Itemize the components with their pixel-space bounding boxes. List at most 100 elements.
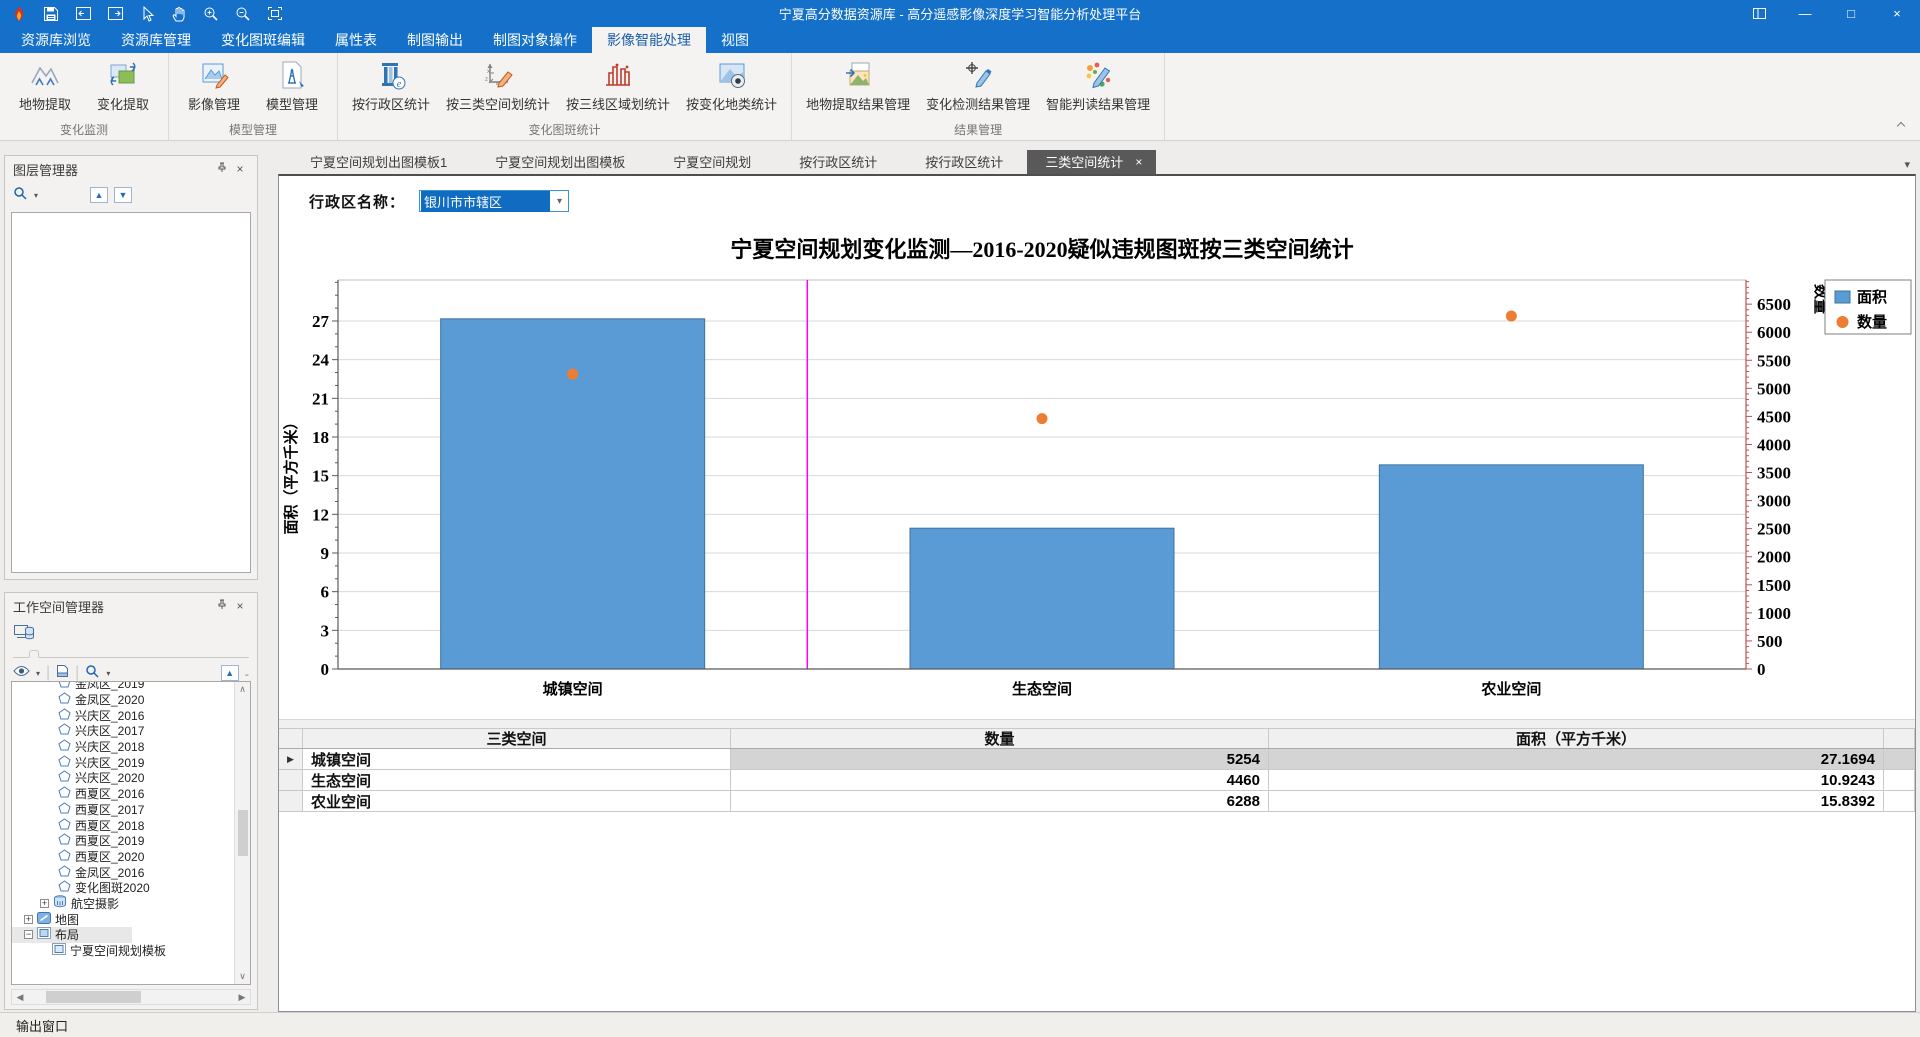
close-button[interactable]: × (1874, 0, 1920, 27)
polygon-layer-icon (58, 723, 71, 738)
tree-item[interactable]: 西夏区_2019 (12, 833, 234, 849)
tree-item[interactable]: 变化图斑2020 (12, 880, 234, 896)
tree-item[interactable]: 兴庆区_2016 (12, 707, 234, 723)
doc-tab-active[interactable]: 三类空间统计 × (1027, 150, 1156, 174)
layout-toggle-icon[interactable] (1736, 0, 1782, 27)
move-layer-down-button[interactable]: ▼ (114, 187, 132, 203)
tree-item[interactable]: 兴庆区_2019 (12, 754, 234, 770)
tree-item[interactable]: 兴庆区_2018 (12, 739, 234, 755)
ai-interpret-result-manage-button[interactable]: 智能判读结果管理 (1038, 57, 1158, 122)
tree-item[interactable]: + 地图 (12, 911, 234, 927)
expand-icon[interactable]: + (24, 915, 33, 924)
column-header-space[interactable]: 三类空间 (303, 729, 731, 748)
layer-list-area[interactable] (11, 212, 251, 573)
dock-left-icon[interactable] (72, 4, 94, 24)
image-manage-button[interactable]: 影像管理 (175, 57, 253, 122)
tree-item[interactable]: 西夏区_2018 (12, 817, 234, 833)
window-title: 宁夏高分数据资源库 - 高分遥感影像深度学习智能分析处理平台 (0, 0, 1920, 27)
workspace-datasource-icon[interactable] (13, 630, 35, 647)
scroll-right-icon[interactable]: ▶ (234, 992, 250, 1003)
workspace-search-icon[interactable] (85, 664, 100, 683)
point-农业空间 (1506, 311, 1517, 322)
output-window-tab[interactable]: 输出窗口 (16, 1016, 68, 1035)
ribbon: 地物提取 变化提取 变化监测 影像管理 模型管理 模型管理 e 按行政区统计 x… (0, 53, 1920, 141)
layer-search-icon[interactable] (13, 186, 28, 205)
tree-item[interactable]: 兴庆区_2020 (12, 770, 234, 786)
tree-item[interactable]: 西夏区_2016 (12, 786, 234, 802)
tree-horizontal-scrollbar[interactable]: ◀ ▶ (11, 989, 251, 1005)
select-cursor-icon[interactable] (136, 4, 158, 24)
search-dropdown-icon[interactable]: ▾ (106, 669, 110, 678)
scrollbar-thumb[interactable] (238, 810, 248, 856)
zoom-in-icon[interactable] (200, 4, 222, 24)
left-axis-title: 面积（平方千米） (282, 414, 300, 534)
change-result-manage-button[interactable]: 变化检测结果管理 (918, 57, 1038, 122)
table-row[interactable]: 生态空间 4460 10.9243 (279, 770, 1915, 791)
tree-item[interactable]: 金凤区_2020 (12, 692, 234, 708)
stats-by-admin-button[interactable]: e 按行政区统计 (344, 57, 438, 122)
pin-icon[interactable] (213, 162, 231, 176)
ribbon-group-change-monitor: 地物提取 变化提取 变化监测 (0, 53, 169, 140)
column-header-count[interactable]: 数量 (731, 729, 1269, 748)
zoom-extent-icon[interactable] (264, 4, 286, 24)
tree-item[interactable]: 西夏区_2017 (12, 802, 234, 818)
scroll-top-button[interactable]: ▲ (221, 665, 239, 681)
ribbon-collapse-button[interactable] (1898, 116, 1904, 134)
menu-tab-attribute-table[interactable]: 属性表 (320, 27, 392, 53)
scroll-down-icon[interactable]: ∨ (239, 971, 246, 982)
stats-by-three-space-button[interactable]: xz 按三类空间划统计 (438, 57, 558, 122)
minimize-button[interactable]: — (1782, 0, 1828, 27)
menu-tab-map-output[interactable]: 制图输出 (392, 27, 478, 53)
feature-extract-button[interactable]: 地物提取 (6, 57, 84, 122)
zoom-out-icon[interactable] (232, 4, 254, 24)
doc-tab[interactable]: 宁夏空间规划 (649, 150, 775, 174)
search-dropdown-icon[interactable]: ▾ (34, 191, 38, 200)
admin-region-combobox[interactable]: 银川市市辖区 ▾ (419, 190, 569, 212)
tree-vertical-scrollbar[interactable]: ∧ ∨ (234, 682, 250, 984)
tree-item[interactable]: − 布局 (12, 927, 132, 943)
close-panel-icon[interactable]: × (231, 599, 249, 613)
more-options-icon[interactable]: ₌ (245, 669, 249, 678)
collapse-icon[interactable]: − (24, 930, 33, 939)
menu-tab-map-object[interactable]: 制图对象操作 (478, 27, 592, 53)
change-extract-button[interactable]: 变化提取 (84, 57, 162, 122)
menu-tab-patch-edit[interactable]: 变化图斑编辑 (206, 27, 320, 53)
model-manage-button[interactable]: 模型管理 (253, 57, 331, 122)
tree-item[interactable]: 金凤区_2016 (12, 864, 234, 880)
column-header-area[interactable]: 面积（平方千米） (1269, 729, 1884, 748)
combobox-dropdown-icon[interactable]: ▾ (551, 196, 568, 207)
doc-tab[interactable]: 按行政区统计 (775, 150, 901, 174)
menu-tab-resource-manage[interactable]: 资源库管理 (106, 27, 206, 53)
menu-tab-resource-browse[interactable]: 资源库浏览 (6, 27, 106, 53)
tree-item[interactable]: 宁夏空间规划模板 (12, 943, 234, 959)
tree-item[interactable]: 西夏区_2020 (12, 849, 234, 865)
doc-tab[interactable]: 宁夏空间规划出图模板1 (286, 150, 471, 174)
doc-tab[interactable]: 宁夏空间规划出图模板 (471, 150, 649, 174)
pin-icon[interactable] (213, 599, 231, 613)
dock-right-icon[interactable] (104, 4, 126, 24)
pan-hand-icon[interactable] (168, 4, 190, 24)
extract-result-manage-button[interactable]: 地物提取结果管理 (798, 57, 918, 122)
menu-tab-image-ai[interactable]: 影像智能处理 (592, 27, 706, 53)
save-icon[interactable] (40, 4, 62, 24)
move-layer-up-button[interactable]: ▲ (90, 187, 108, 203)
table-row[interactable]: 农业空间 6288 15.8392 (279, 791, 1915, 812)
close-panel-icon[interactable]: × (231, 162, 249, 176)
tree-item[interactable]: 兴庆区_2017 (12, 723, 234, 739)
expand-icon[interactable]: + (40, 899, 49, 908)
visibility-filter-icon[interactable] (13, 664, 30, 682)
doc-tab[interactable]: 按行政区统计 (901, 150, 1027, 174)
visibility-dropdown-icon[interactable]: ▾ (36, 669, 40, 678)
close-tab-icon[interactable]: × (1135, 155, 1142, 169)
menu-tab-view[interactable]: 视图 (706, 27, 764, 53)
stats-by-three-line-button[interactable]: 按三线区域划统计 (558, 57, 678, 122)
tab-list-dropdown-icon[interactable]: ▾ (1904, 158, 1910, 171)
scroll-left-icon[interactable]: ◀ (12, 992, 28, 1003)
new-document-icon[interactable] (56, 664, 69, 683)
table-row[interactable]: ▶ 城镇空间 5254 27.1694 (279, 749, 1915, 770)
maximize-button[interactable]: □ (1828, 0, 1874, 27)
scroll-up-icon[interactable]: ∧ (239, 684, 246, 695)
scrollbar-thumb[interactable] (46, 991, 141, 1003)
tree-item[interactable]: + 航空摄影 (12, 896, 234, 912)
stats-by-change-class-button[interactable]: 按变化地类统计 (678, 57, 785, 122)
